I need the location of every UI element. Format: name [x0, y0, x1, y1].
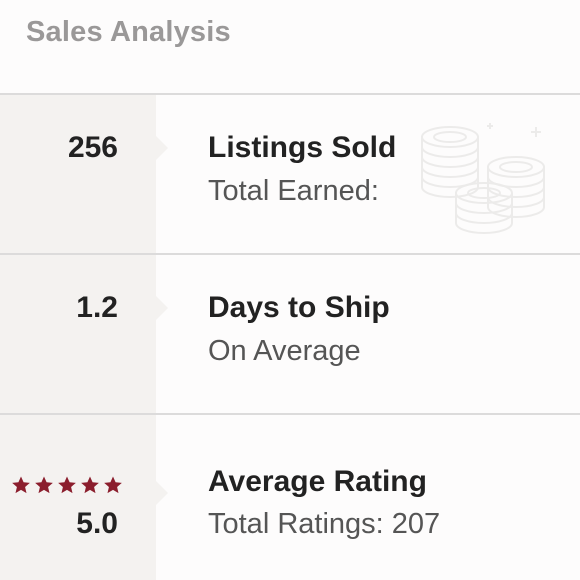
- rating-stars: [11, 475, 123, 495]
- total-ratings-label: Total Ratings: 207: [208, 508, 441, 540]
- total-earned-label: Total Earned:: [208, 175, 379, 207]
- coins-icon: [412, 117, 552, 247]
- listings-sold-title: Listings Sold: [208, 131, 397, 164]
- section-header: Sales Analysis: [0, 0, 580, 94]
- row-notch: [156, 296, 168, 320]
- star-icon: [11, 475, 31, 495]
- row-notch: [156, 481, 168, 505]
- row-notch: [156, 136, 168, 160]
- on-average-label: On Average: [208, 335, 361, 367]
- star-icon: [103, 475, 123, 495]
- stat-row-average-rating: 5.0 Average Rating Total Ratings: 207: [0, 415, 580, 580]
- listings-sold-value: 256: [67, 131, 118, 164]
- days-to-ship-title: Days to Ship: [208, 291, 390, 324]
- section-title: Sales Analysis: [26, 16, 231, 48]
- average-rating-title: Average Rating: [208, 465, 427, 498]
- stat-row-days-to-ship: 1.2 Days to Ship On Average: [0, 255, 580, 415]
- star-icon: [57, 475, 77, 495]
- star-icon: [34, 475, 54, 495]
- average-rating-value: 5.0: [76, 507, 118, 540]
- days-to-ship-value: 1.2: [76, 291, 118, 324]
- stat-row-listings-sold: 256 Listings Sold Total Earned:: [0, 95, 580, 255]
- star-icon: [80, 475, 100, 495]
